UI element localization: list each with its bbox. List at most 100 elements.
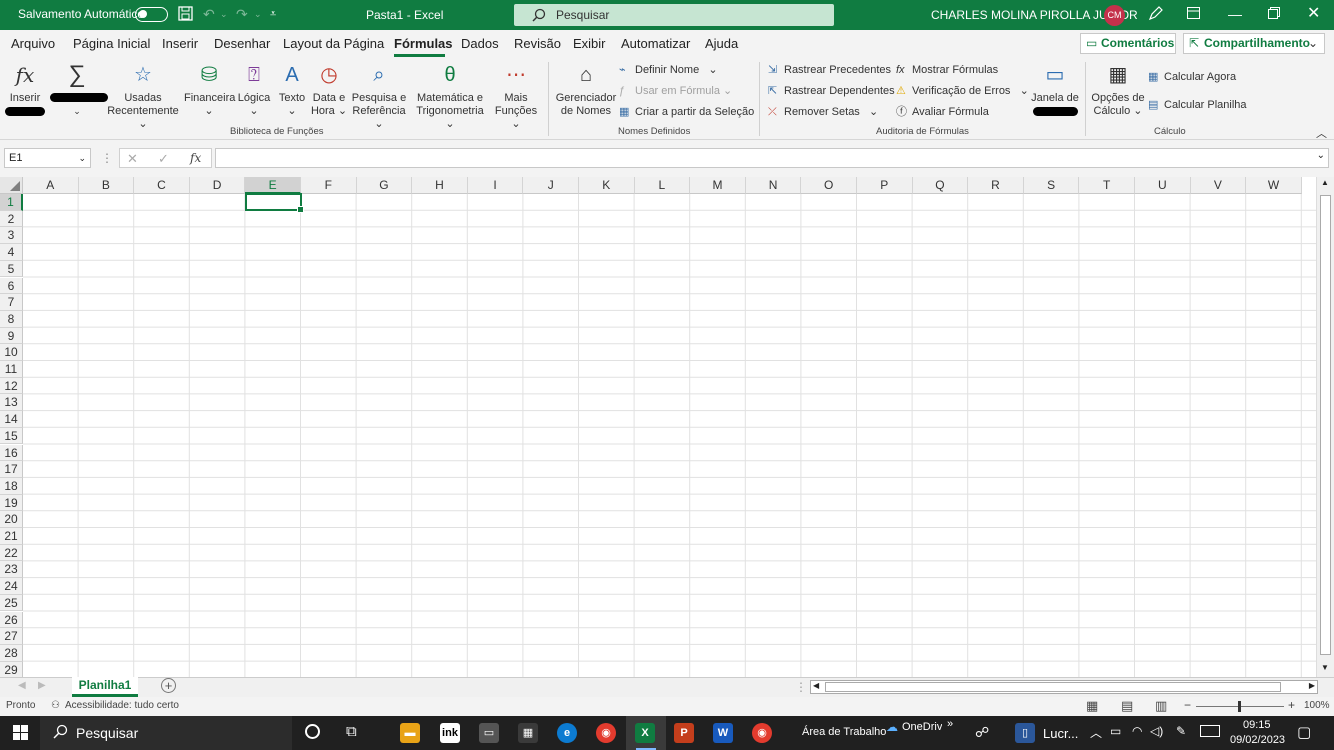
column-header-g[interactable]: G bbox=[356, 177, 413, 194]
row-header-1[interactable]: 1 bbox=[0, 194, 23, 211]
search-box[interactable]: Pesquisar bbox=[514, 4, 834, 26]
row-header-22[interactable]: 22 bbox=[0, 544, 23, 562]
insert-function-button[interactable]: fx Inserir bbox=[4, 62, 46, 105]
drag-handle-icon[interactable]: ⋮ bbox=[101, 151, 113, 165]
column-header-s[interactable]: S bbox=[1023, 177, 1080, 194]
save-icon[interactable] bbox=[178, 6, 193, 24]
wifi-icon[interactable]: ◠ bbox=[1132, 724, 1142, 738]
clock-date[interactable]: 09/02/2023 bbox=[1230, 734, 1285, 746]
define-name-button[interactable]: ⌁ Definir Nome ⌄ bbox=[619, 63, 718, 77]
error-checking-button[interactable]: ⚠ Verificação de Erros ⌄ bbox=[896, 84, 1029, 98]
column-header-l[interactable]: L bbox=[634, 177, 691, 194]
calc-sheet-button[interactable]: ▤ Calcular Planilha bbox=[1148, 98, 1247, 112]
document-app-icon[interactable]: ▯ bbox=[1015, 723, 1035, 743]
autosum-button[interactable]: ∑ ⌄ bbox=[52, 62, 102, 118]
worksheet-grid[interactable]: A B C D E F G H I J K L M N O P Q R S T U V W 1 2 3 4 5 6 7 8 9 10 11 12 13… bbox=[0, 177, 1334, 679]
math-trig-button[interactable]: θ Matemática e Trigonometria ⌄ bbox=[411, 62, 489, 131]
column-header-r[interactable]: R bbox=[968, 177, 1024, 194]
tab-exibir[interactable]: Exibir bbox=[573, 36, 606, 51]
prev-sheet-icon[interactable]: ◀ bbox=[18, 680, 26, 691]
maximize-icon[interactable] bbox=[1268, 5, 1280, 23]
row-header-7[interactable]: 7 bbox=[0, 294, 23, 311]
column-header-e[interactable]: E bbox=[245, 177, 301, 194]
taskbar-search[interactable]: Pesquisar bbox=[40, 716, 292, 750]
scroll-up-icon[interactable]: ▲ bbox=[1321, 178, 1329, 187]
avatar[interactable]: CM bbox=[1104, 5, 1125, 26]
onedrive-icon[interactable]: ☁ bbox=[886, 720, 898, 734]
tab-desenhar[interactable]: Desenhar bbox=[214, 36, 270, 51]
column-header-i[interactable]: I bbox=[467, 177, 524, 194]
row-header-2[interactable]: 2 bbox=[0, 210, 23, 228]
excel-taskbar-button[interactable]: X bbox=[626, 716, 666, 750]
accessibility-status[interactable]: Acessibilidade: tudo certo bbox=[65, 700, 179, 711]
accessibility-icon[interactable]: ⚇ bbox=[51, 700, 60, 711]
tab-splitter-icon[interactable]: ⋮ bbox=[795, 680, 807, 694]
formula-input[interactable]: ⌄ bbox=[215, 148, 1329, 168]
row-header-20[interactable]: 20 bbox=[0, 511, 23, 528]
row-header-13[interactable]: 13 bbox=[0, 394, 23, 412]
use-in-formula-button[interactable]: ƒ Usar em Fórmula ⌄ bbox=[619, 84, 732, 98]
row-header-14[interactable]: 14 bbox=[0, 411, 23, 428]
undo-dropdown-icon[interactable]: ⌄ bbox=[220, 6, 228, 22]
redo-icon[interactable]: ↷ bbox=[236, 6, 248, 22]
row-header-15[interactable]: 15 bbox=[0, 427, 23, 445]
keyboard-icon[interactable] bbox=[1200, 725, 1220, 737]
name-manager-button[interactable]: ⌂ Gerenciador de Nomes bbox=[555, 62, 617, 118]
column-header-v[interactable]: V bbox=[1190, 177, 1247, 194]
insert-function-icon[interactable]: fx bbox=[190, 151, 201, 165]
tab-revisao[interactable]: Revisão bbox=[514, 36, 561, 51]
scroll-left-icon[interactable]: ◀ bbox=[813, 681, 819, 690]
normal-view-icon[interactable]: ▦ bbox=[1086, 698, 1098, 714]
row-header-24[interactable]: 24 bbox=[0, 578, 23, 595]
row-header-8[interactable]: 8 bbox=[0, 310, 23, 328]
horizontal-scroll-thumb[interactable] bbox=[825, 682, 1281, 692]
row-header-19[interactable]: 19 bbox=[0, 494, 23, 512]
collapse-ribbon-icon[interactable]: ︿ bbox=[1316, 125, 1327, 141]
vertical-scroll-thumb[interactable] bbox=[1320, 195, 1331, 655]
chrome-profile-icon[interactable]: ◉ bbox=[752, 723, 772, 743]
calc-now-button[interactable]: ▦ Calcular Agora bbox=[1148, 70, 1236, 84]
customize-toolbar-icon[interactable]: ⩡ bbox=[270, 6, 276, 22]
zoom-out-icon[interactable]: − bbox=[1184, 698, 1191, 712]
column-header-h[interactable]: H bbox=[412, 177, 468, 194]
zoom-level[interactable]: 100% bbox=[1304, 700, 1330, 711]
running-app-label[interactable]: Lucr... bbox=[1043, 726, 1078, 741]
row-header-29[interactable]: 29 bbox=[0, 661, 23, 679]
zoom-slider-thumb[interactable] bbox=[1238, 701, 1241, 712]
column-header-b[interactable]: B bbox=[78, 177, 135, 194]
task-view-icon[interactable]: ⧉ bbox=[346, 723, 357, 740]
autosave-toggle[interactable] bbox=[135, 7, 168, 22]
tab-inserir[interactable]: Inserir bbox=[162, 36, 198, 51]
pen-icon[interactable] bbox=[1148, 5, 1164, 25]
trace-precedents-button[interactable]: ⇲ Rastrear Precedentes bbox=[768, 63, 891, 77]
ribbon-display-icon[interactable] bbox=[1187, 5, 1200, 23]
column-header-t[interactable]: T bbox=[1079, 177, 1135, 194]
comments-button[interactable]: ▭ Comentários bbox=[1080, 33, 1176, 54]
vertical-scrollbar[interactable]: ▲ ▼ bbox=[1316, 177, 1334, 677]
toolbar-overflow-icon[interactable]: » bbox=[947, 718, 953, 730]
sheet-tab-planilha1[interactable]: Planilha1 bbox=[72, 677, 138, 697]
column-header-a[interactable]: A bbox=[23, 177, 79, 194]
row-header-10[interactable]: 10 bbox=[0, 344, 23, 361]
create-from-selection-button[interactable]: ▦ Criar a partir da Seleção bbox=[619, 105, 754, 119]
recently-used-button[interactable]: ☆ Usadas Recentemente ⌄ bbox=[103, 62, 183, 131]
column-header-w[interactable]: W bbox=[1246, 177, 1302, 194]
tab-layout[interactable]: Layout da Página bbox=[283, 36, 384, 51]
expand-formula-icon[interactable]: ⌄ bbox=[1317, 150, 1325, 161]
row-header-26[interactable]: 26 bbox=[0, 611, 23, 629]
row-header-11[interactable]: 11 bbox=[0, 361, 23, 378]
column-header-k[interactable]: K bbox=[579, 177, 635, 194]
file-explorer-icon[interactable]: ▬ bbox=[400, 723, 420, 743]
financial-button[interactable]: ⛁ Financeira ⌄ bbox=[184, 62, 235, 118]
tab-dados[interactable]: Dados bbox=[461, 36, 499, 51]
trace-dependents-button[interactable]: ⇱ Rastrear Dependentes bbox=[768, 84, 895, 98]
calculator-app-icon[interactable]: ▦ bbox=[518, 723, 538, 743]
row-header-3[interactable]: 3 bbox=[0, 227, 23, 245]
tray-overflow-icon[interactable]: ︿ bbox=[1090, 724, 1102, 741]
column-header-u[interactable]: U bbox=[1135, 177, 1191, 194]
row-header-28[interactable]: 28 bbox=[0, 644, 23, 662]
tab-arquivo[interactable]: Arquivo bbox=[11, 36, 55, 51]
row-header-17[interactable]: 17 bbox=[0, 461, 23, 478]
scroll-right-icon[interactable]: ▶ bbox=[1309, 681, 1315, 690]
next-sheet-icon[interactable]: ▶ bbox=[38, 680, 46, 691]
